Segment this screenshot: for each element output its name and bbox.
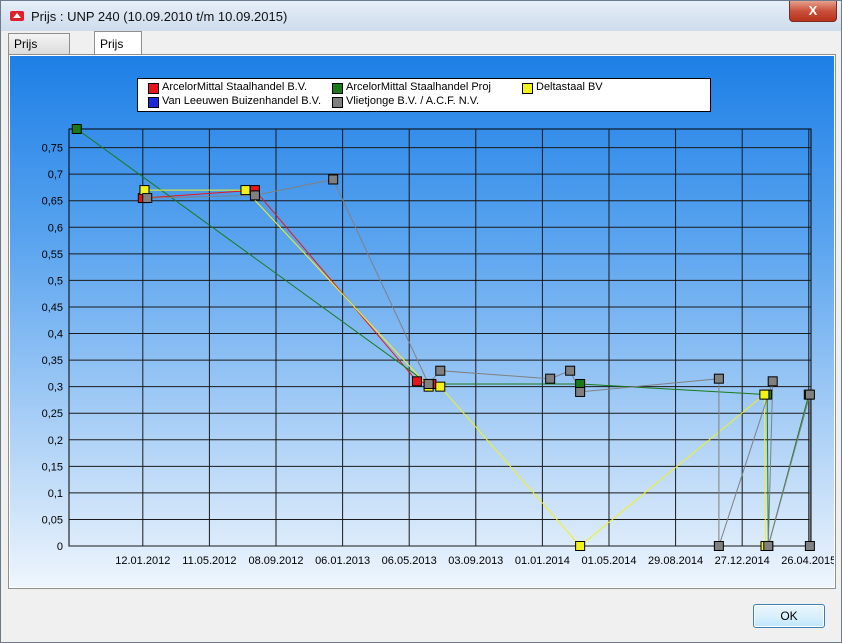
legend-swatch	[332, 83, 343, 94]
y-tick-label: 0,1	[48, 488, 63, 500]
x-tick-label: 11.05.2012	[182, 555, 236, 567]
window-title: Prijs : UNP 240 (10.09.2010 t/m 10.09.20…	[31, 9, 288, 24]
legend-label: ArcelorMittal Staalhandel B.V.	[162, 81, 308, 93]
y-tick-label: 0,4	[48, 329, 63, 341]
chart-svg: 0 0,05 0,1 0,15 0,2 0,25 0,3 0,35 0,4 0,45 0,5 0,55…	[42, 124, 834, 567]
data-point-marker	[804, 389, 815, 400]
data-point-marker	[575, 386, 586, 397]
y-tick-label: 0,25	[42, 408, 63, 420]
y-tick-label: 0,5	[48, 275, 63, 287]
y-tick-label: 0,45	[42, 302, 63, 314]
x-tick-label: 27.12.2014	[715, 555, 770, 567]
legend-label: Van Leeuwen Buizenhandel B.V.	[162, 95, 322, 107]
series-line	[147, 178, 811, 547]
plot-frame	[68, 128, 812, 547]
legend-swatch	[522, 83, 533, 94]
tab-prijs-aanvraag[interactable]: Prijs aanvraag	[8, 33, 71, 71]
y-tick-label: 0,6	[48, 222, 63, 234]
y-tick-label: 0,3	[48, 382, 63, 394]
x-tick-label: 06.01.2013	[315, 555, 370, 567]
y-tick-label: 0,75	[42, 143, 63, 155]
data-point-marker	[713, 373, 724, 384]
data-point-marker	[435, 381, 446, 392]
data-point-marker	[411, 376, 422, 387]
x-tick-label: 08.09.2012	[248, 555, 303, 567]
data-point-marker	[575, 541, 586, 551]
data-point-marker	[435, 365, 446, 376]
x-tick-label: 26.04.2015	[781, 555, 834, 567]
data-point-marker	[565, 365, 576, 376]
y-tick-label: 0	[57, 541, 63, 553]
x-tick-label: 29.08.2014	[648, 555, 703, 567]
y-tick-label: 0,2	[48, 435, 63, 447]
data-point-marker	[763, 541, 774, 551]
close-button[interactable]: X	[789, 1, 837, 22]
y-tick-label: 0,05	[42, 514, 63, 526]
legend-label: Vlietjonge B.V. / A.C.F. N.V.	[346, 95, 480, 107]
data-point-marker	[713, 541, 724, 551]
data-point-marker	[759, 389, 770, 400]
title-bar[interactable]: Prijs : UNP 240 (10.09.2010 t/m 10.09.20…	[1, 1, 841, 31]
ok-button[interactable]: OK	[753, 604, 825, 628]
legend-swatch	[148, 97, 159, 108]
legend-label: Deltastaal BV	[536, 81, 603, 93]
app-logo-icon	[10, 11, 24, 21]
data-point-marker	[545, 373, 556, 384]
y-tick-label: 0,35	[42, 355, 63, 367]
x-tick-label: 12.01.2012	[115, 555, 170, 567]
data-point-marker	[423, 378, 434, 389]
price-chart: 0 0,05 0,1 0,15 0,2 0,25 0,3 0,35 0,4 0,45 0,5 0,55…	[10, 56, 834, 587]
legend-label: ArcelorMittal Staalhandel Proj	[346, 81, 491, 93]
y-tick-label: 0,7	[48, 169, 63, 181]
data-point-marker	[71, 124, 82, 134]
tab-panel: 0 0,05 0,1 0,15 0,2 0,25 0,3 0,35 0,4 0,45 0,5 0,55…	[8, 54, 836, 589]
series-line	[76, 128, 810, 547]
x-tick-label: 01.05.2014	[581, 555, 636, 567]
tab-prijs-grafiek[interactable]: Prijs grafiek	[94, 31, 143, 75]
y-tick-label: 0,55	[42, 249, 63, 261]
y-tick-label: 0,15	[42, 461, 63, 473]
x-tick-label: 06.05.2013	[382, 555, 437, 567]
data-point-marker	[767, 376, 778, 387]
data-point-marker	[328, 174, 339, 185]
data-point-marker	[804, 541, 815, 551]
x-tick-label: 03.09.2013	[448, 555, 503, 567]
y-tick-label: 0,65	[42, 196, 63, 208]
x-tick-label: 01.01.2014	[515, 555, 570, 567]
data-point-marker	[249, 190, 260, 201]
legend-swatch	[148, 83, 159, 94]
chart-legend: ArcelorMittal Staalhandel B.V. ArcelorMit…	[137, 78, 711, 112]
data-point-marker	[240, 185, 251, 196]
legend-swatch	[332, 97, 343, 108]
dialog-window: Prijs : UNP 240 (10.09.2010 t/m 10.09.20…	[0, 0, 842, 643]
data-point-marker	[142, 193, 153, 204]
